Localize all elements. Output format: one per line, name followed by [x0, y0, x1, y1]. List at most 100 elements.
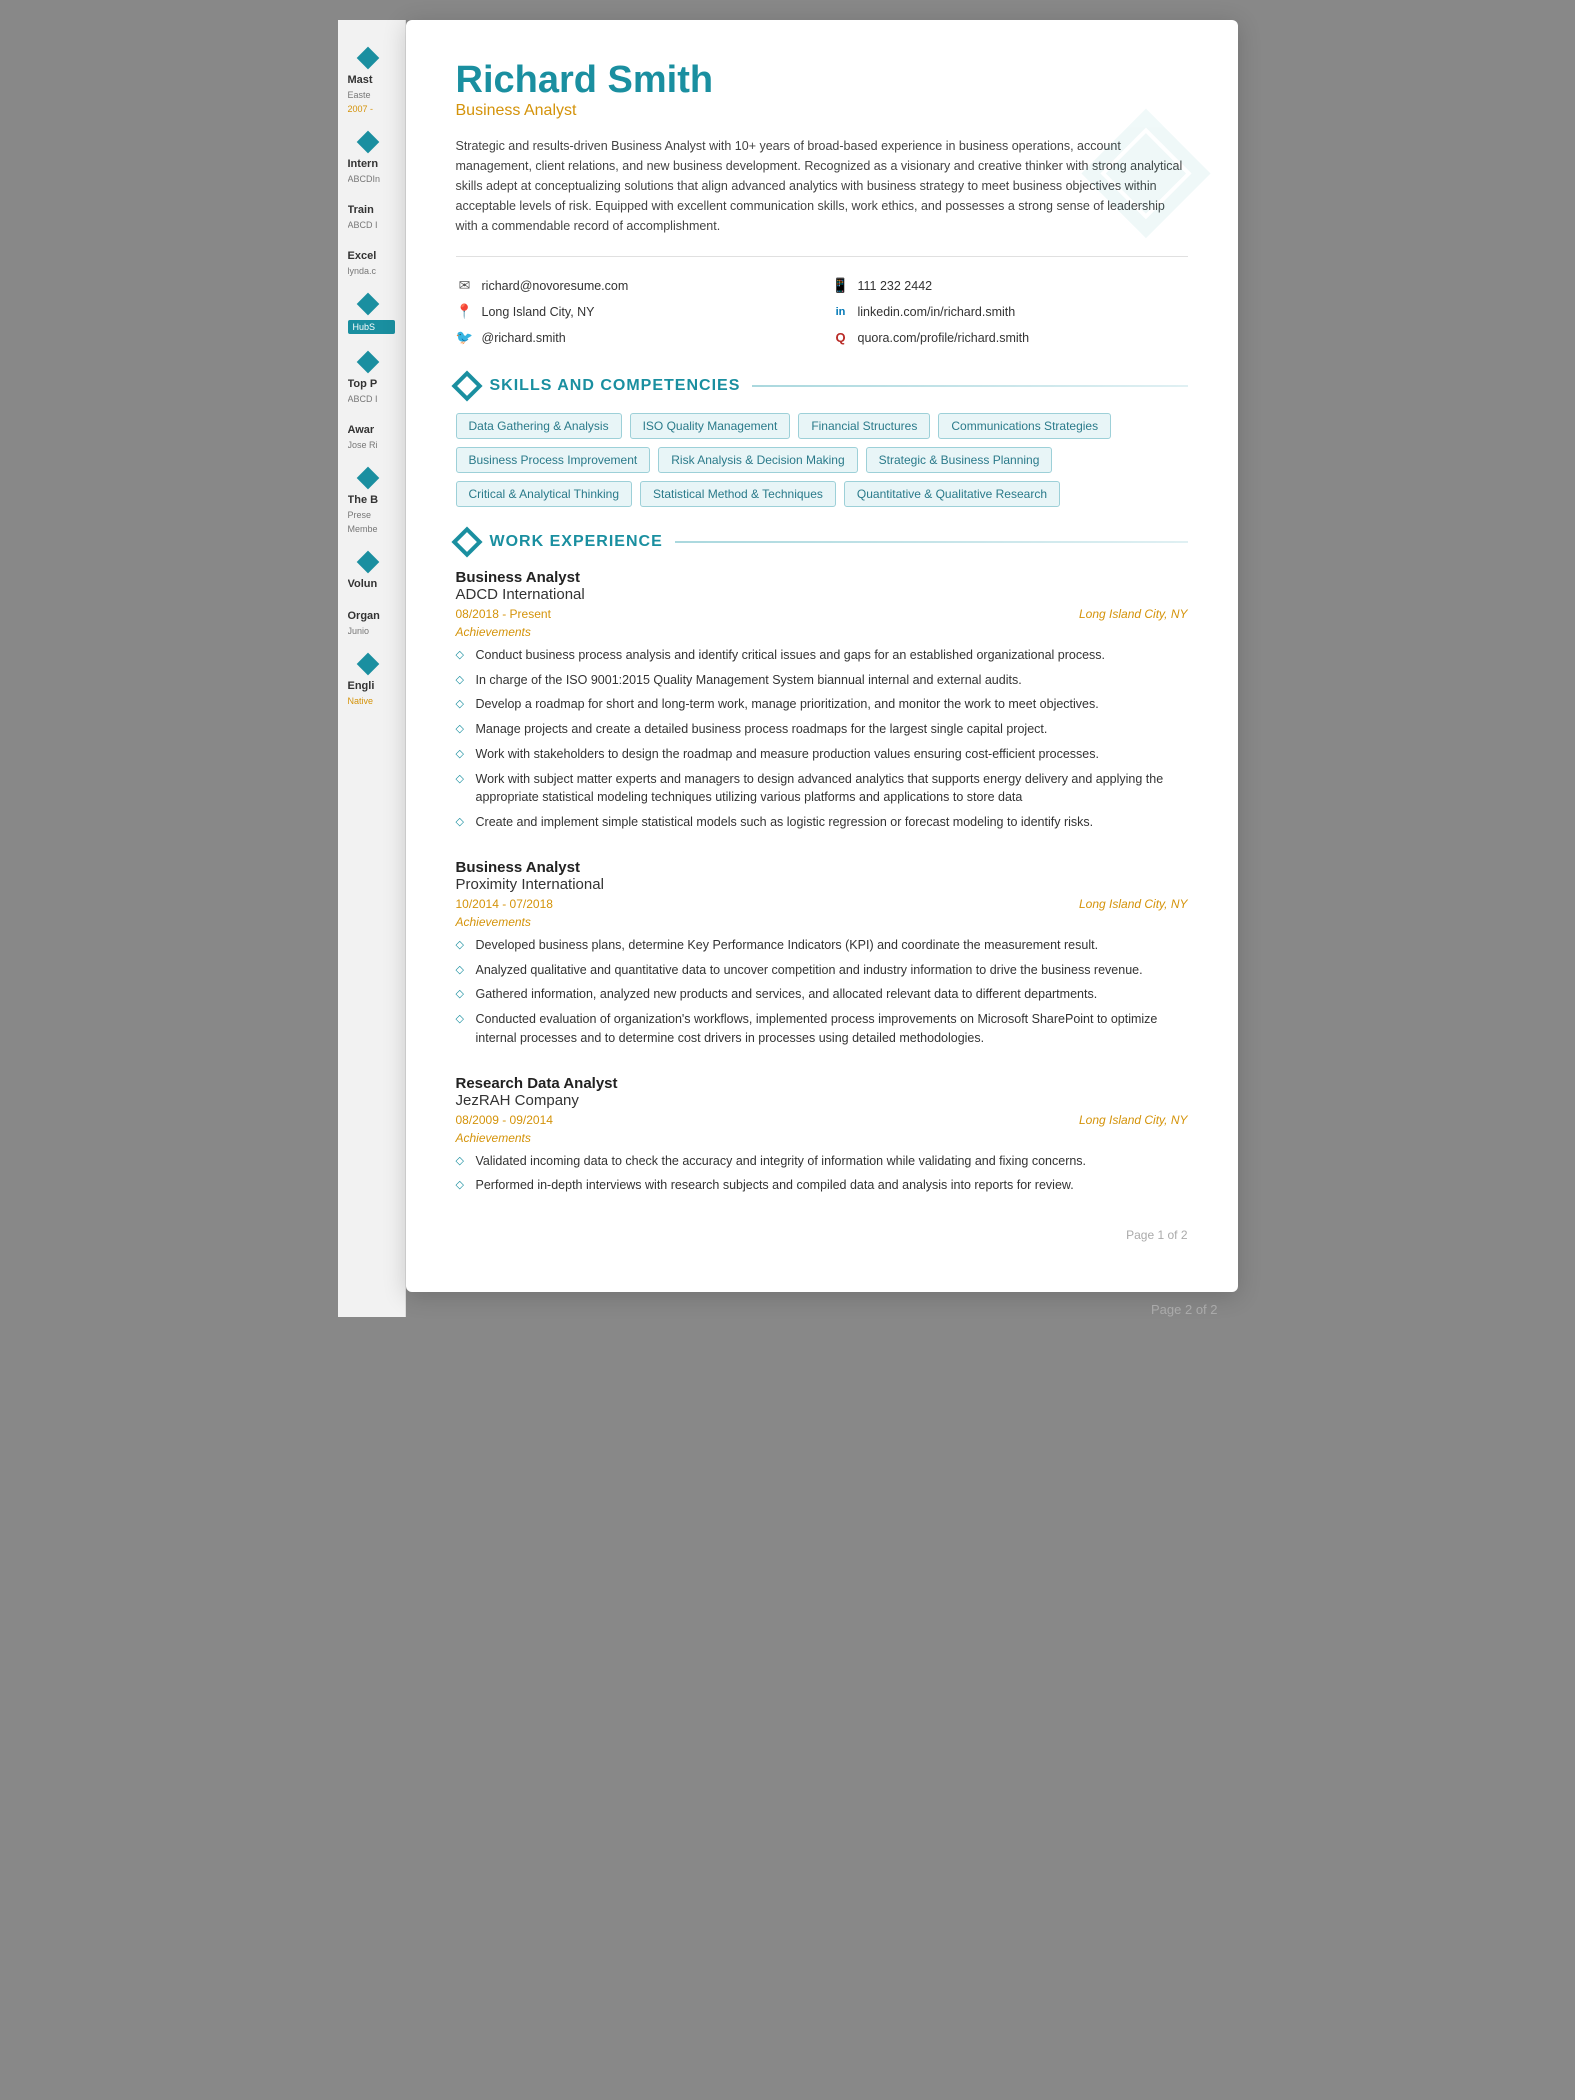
job-company-2: JezRAH Company [456, 1092, 1188, 1109]
job-meta-0: 08/2018 - Present Long Island City, NY [456, 607, 1188, 621]
contact-section: ✉ richard@novoresume.com 📱 111 232 2442 … [456, 277, 1188, 347]
bullet-0-3: Manage projects and create a detailed bu… [456, 717, 1188, 742]
skill-tag-4: Business Process Improvement [456, 447, 651, 473]
sidebar-sub-6: ABCD I [348, 394, 395, 404]
work-diamond-icon [451, 526, 482, 557]
job-location-1: Long Island City, NY [1079, 897, 1188, 911]
bullet-2-0: Validated incoming data to check the acc… [456, 1149, 1188, 1174]
sidebar-sub-10: Junio [348, 626, 395, 636]
job-meta-2: 08/2009 - 09/2014 Long Island City, NY [456, 1113, 1188, 1127]
twitter-icon: 🐦 [456, 329, 474, 347]
job-company-1: Proximity International [456, 876, 1188, 893]
sidebar-diamond-icon [356, 551, 379, 574]
skill-tag-9: Quantitative & Qualitative Research [844, 481, 1060, 507]
job-company-0: ADCD International [456, 586, 1188, 603]
job-block-1: Business Analyst Proximity International… [456, 859, 1188, 1051]
job-dates-0: 08/2018 - Present [456, 607, 551, 621]
skill-tag-5: Risk Analysis & Decision Making [658, 447, 857, 473]
sidebar-diamond-icon [356, 467, 379, 490]
email-icon: ✉ [456, 277, 474, 295]
bullet-0-0: Conduct business process analysis and id… [456, 643, 1188, 668]
sidebar-item-2: Intern ABCDIn [348, 134, 395, 184]
sidebar-diamond-icon [356, 293, 379, 316]
candidate-title: Business Analyst [456, 102, 1188, 120]
sidebar-date-1: 2007 - [348, 104, 395, 114]
skill-tag-2: Financial Structures [798, 413, 930, 439]
skills-section-title: SKILLS AND COMPETENCIES [490, 377, 741, 395]
sidebar-item-6: Top P ABCD I [348, 354, 395, 404]
sidebar-label-7: Awar [348, 424, 395, 436]
sidebar-label-6: Top P [348, 378, 395, 390]
sidebar-label-4: Excel [348, 250, 395, 262]
sidebar-item-8: The B Prese Membe [348, 470, 395, 534]
contact-twitter: 🐦 @richard.smith [456, 329, 812, 347]
sidebar-item-7: Awar Jose Ri [348, 424, 395, 450]
contact-linkedin: in linkedin.com/in/richard.smith [832, 303, 1188, 321]
bullet-0-6: Create and implement simple statistical … [456, 810, 1188, 835]
job-dates-2: 08/2009 - 09/2014 [456, 1113, 553, 1127]
sidebar-item-9: Volun [348, 554, 395, 590]
skills-section-line [752, 385, 1187, 387]
email-value: richard@novoresume.com [482, 279, 629, 293]
job-bullets-0: Conduct business process analysis and id… [456, 643, 1188, 835]
bullet-1-1: Analyzed qualitative and quantitative da… [456, 958, 1188, 983]
location-icon: 📍 [456, 303, 474, 321]
page-2-label: Page 2 of 2 [338, 1302, 1238, 1317]
work-section-title: WORK EXPERIENCE [490, 533, 663, 551]
sidebar-item-5: HubS [348, 296, 395, 334]
job-block-0: Business Analyst ADCD International 08/2… [456, 569, 1188, 835]
sidebar-sub-8: Prese [348, 510, 395, 520]
job-achievements-label-2: Achievements [456, 1131, 1188, 1145]
bullet-0-1: In charge of the ISO 9001:2015 Quality M… [456, 668, 1188, 693]
twitter-value: @richard.smith [482, 331, 566, 345]
job-location-2: Long Island City, NY [1079, 1113, 1188, 1127]
quora-value: quora.com/profile/richard.smith [858, 331, 1030, 345]
job-bullets-1: Developed business plans, determine Key … [456, 933, 1188, 1051]
job-location-0: Long Island City, NY [1079, 607, 1188, 621]
contact-phone: 📱 111 232 2442 [832, 277, 1188, 295]
sidebar-item-11: Engli Native [348, 656, 395, 706]
sidebar-diamond-icon [356, 47, 379, 70]
job-meta-1: 10/2014 - 07/2018 Long Island City, NY [456, 897, 1188, 911]
sidebar-item-10: Organ Junio [348, 610, 395, 636]
job-block-2: Research Data Analyst JezRAH Company 08/… [456, 1075, 1188, 1199]
sidebar-diamond-icon [356, 351, 379, 374]
sidebar-item-3: Train ABCD I [348, 204, 395, 230]
bullet-0-5: Work with subject matter experts and man… [456, 767, 1188, 811]
sidebar-badge: HubS [348, 320, 395, 334]
sidebar-peek: Mast Easte 2007 - Intern ABCDIn Train AB… [338, 20, 406, 1317]
sidebar-sub-3: ABCD I [348, 220, 395, 230]
bullet-1-2: Gathered information, analyzed new produ… [456, 982, 1188, 1007]
sidebar-sub-2: ABCDIn [348, 174, 395, 184]
skills-container: Data Gathering & Analysis ISO Quality Ma… [456, 413, 1188, 507]
sidebar-extra-8: Membe [348, 524, 395, 534]
contact-email: ✉ richard@novoresume.com [456, 277, 812, 295]
job-title-0: Business Analyst [456, 569, 1188, 586]
sidebar-diamond-icon [356, 131, 379, 154]
resume-page: ◈ Richard Smith Business Analyst Strateg… [406, 20, 1238, 1292]
sidebar-sub-1: Easte [348, 90, 395, 100]
bullet-0-4: Work with stakeholders to design the roa… [456, 742, 1188, 767]
sidebar-label-11: Engli [348, 680, 395, 692]
bullet-1-3: Conducted evaluation of organization's w… [456, 1007, 1188, 1051]
skill-tag-8: Statistical Method & Techniques [640, 481, 836, 507]
job-achievements-label-0: Achievements [456, 625, 1188, 639]
skill-tag-7: Critical & Analytical Thinking [456, 481, 633, 507]
candidate-name: Richard Smith [456, 60, 1188, 102]
sidebar-sub-11: Native [348, 696, 395, 706]
linkedin-icon: in [832, 303, 850, 321]
job-title-1: Business Analyst [456, 859, 1188, 876]
sidebar-sub-4: lynda.c [348, 266, 395, 276]
contact-quora: Q quora.com/profile/richard.smith [832, 329, 1188, 347]
location-value: Long Island City, NY [482, 305, 595, 319]
work-section-line [675, 541, 1188, 543]
job-bullets-2: Validated incoming data to check the acc… [456, 1149, 1188, 1199]
job-title-2: Research Data Analyst [456, 1075, 1188, 1092]
phone-value: 111 232 2442 [858, 279, 933, 293]
skill-tag-0: Data Gathering & Analysis [456, 413, 622, 439]
job-dates-1: 10/2014 - 07/2018 [456, 897, 553, 911]
quora-icon: Q [832, 329, 850, 347]
header-divider [456, 256, 1188, 257]
skills-diamond-icon [451, 370, 482, 401]
bullet-0-2: Develop a roadmap for short and long-ter… [456, 692, 1188, 717]
